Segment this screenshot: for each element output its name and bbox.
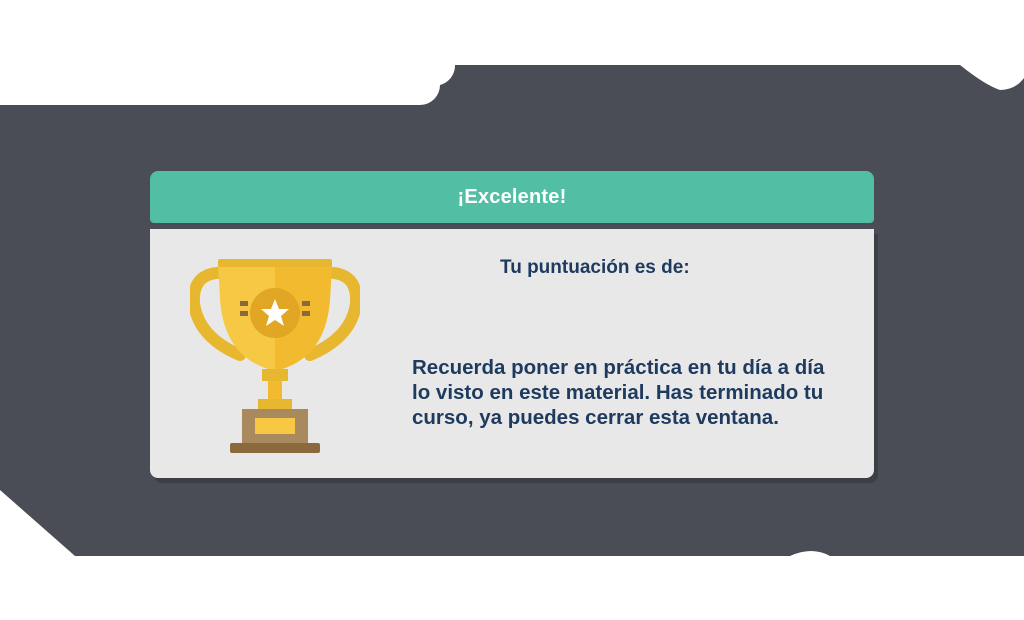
completion-screen: ¡Excelente! Tu puntuación es de: Recuerd… xyxy=(0,0,1024,620)
dialog-body: Tu puntuación es de: Recuerda poner en p… xyxy=(150,229,874,478)
completion-message: Recuerda poner en práctica en tu día a d… xyxy=(412,356,825,429)
dialog-title: ¡Excelente! xyxy=(457,185,567,208)
dialog-header: ¡Excelente! xyxy=(150,171,874,223)
score-label: Tu puntuación es de: xyxy=(500,257,690,278)
trophy-icon xyxy=(190,259,360,453)
